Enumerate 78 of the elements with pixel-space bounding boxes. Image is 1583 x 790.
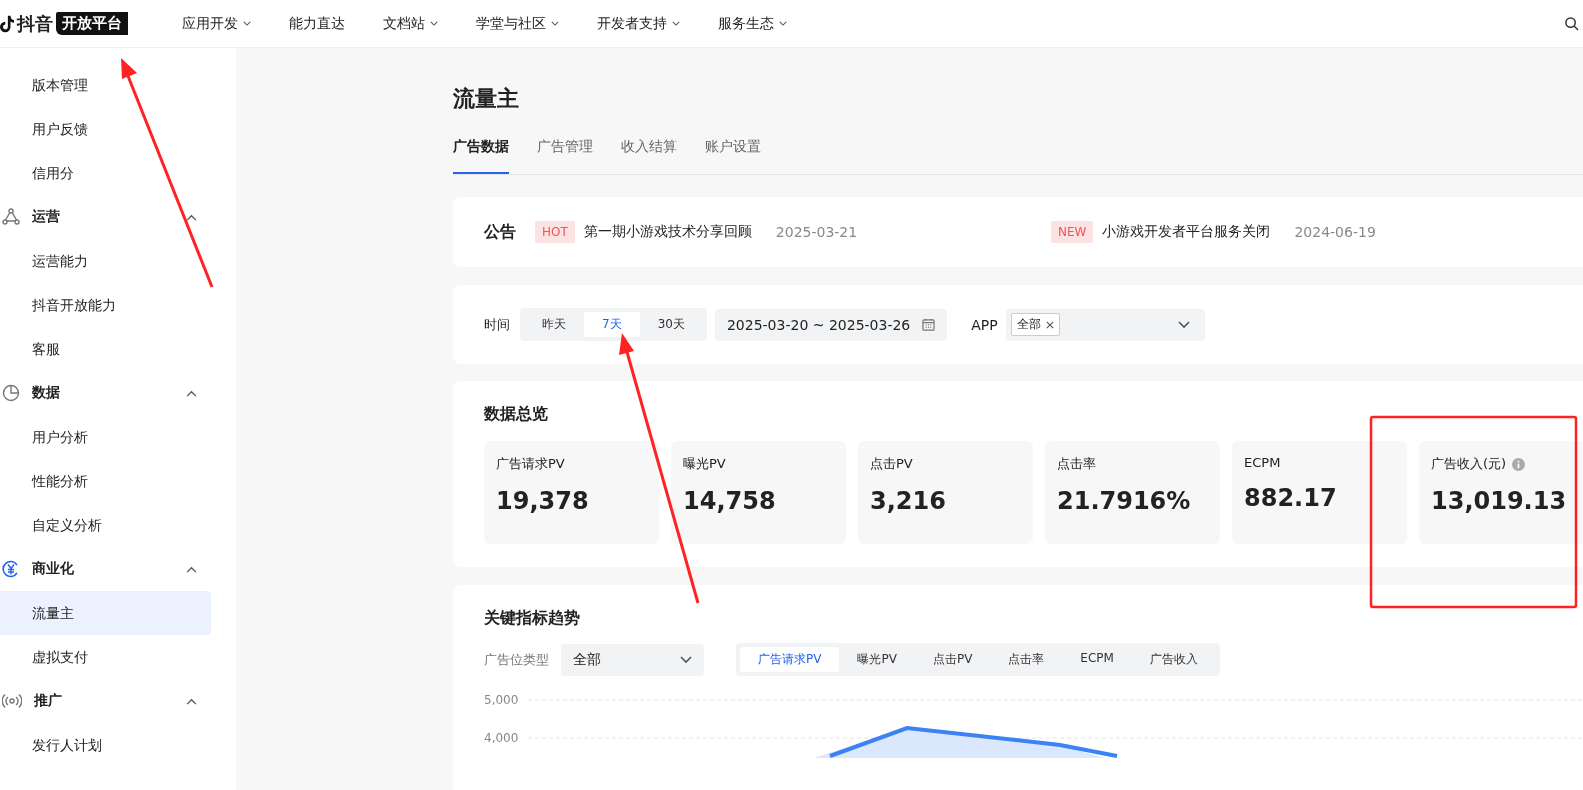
ad-slot-type-select[interactable]: 全部: [561, 643, 704, 676]
calendar-icon: [922, 318, 936, 331]
chevron-down-icon: [1177, 320, 1190, 329]
app-label: APP: [971, 316, 998, 333]
page-tab[interactable]: 广告管理: [537, 138, 593, 174]
sidebar-item[interactable]: 信用分: [0, 151, 211, 195]
date-range-field[interactable]: 2025-03-20 ~ 2025-03-26: [714, 308, 948, 341]
sidebar-item[interactable]: 性能分析: [0, 459, 211, 503]
app-tag: 全部: [1010, 313, 1060, 336]
metric-tab[interactable]: 点击率: [990, 647, 1063, 672]
announcement-link[interactable]: 第一期小游戏技术分享回顾: [583, 223, 752, 241]
sidebar-group[interactable]: 数据: [0, 371, 211, 415]
chevron-down-icon: [680, 655, 692, 664]
sidebar-item[interactable]: 发行人计划: [0, 723, 211, 767]
nav-menu-item[interactable]: 开发者支持: [597, 14, 680, 33]
close-icon[interactable]: [1045, 320, 1054, 329]
nav-menu-item[interactable]: 文档站: [383, 14, 438, 33]
sidebar-item[interactable]: 流量主: [0, 591, 211, 635]
metric-label: 广告请求PV: [496, 455, 565, 473]
sidebar-group-label: 商业化: [32, 560, 75, 578]
nav-menu-item[interactable]: 学堂与社区: [476, 14, 559, 33]
nav-menu-item[interactable]: 能力直达: [289, 14, 345, 33]
sidebar-item[interactable]: 用户分析: [0, 415, 211, 459]
time-range-option[interactable]: 30天: [639, 312, 703, 337]
time-label: 时间: [484, 315, 510, 334]
announcement-link[interactable]: 小游戏开发者平台服务关闭: [1102, 223, 1271, 241]
metric-value: 19,378: [496, 487, 590, 515]
nav-menu-item[interactable]: 应用开发: [182, 14, 251, 33]
y-axis-tick-label: 4,000: [484, 731, 519, 745]
announcement-tag: HOT: [535, 221, 575, 243]
metric-value: 3,216: [870, 487, 947, 515]
metric-label: 曝光PV: [683, 455, 726, 473]
metric-value: 13,019.13: [1431, 487, 1568, 515]
logo-text: 抖音: [17, 11, 53, 36]
sidebar-item[interactable]: 抖音开放能力: [0, 283, 211, 327]
time-range-option[interactable]: 7天: [584, 312, 640, 337]
sidebar-item[interactable]: 自定义分析: [0, 503, 211, 547]
metric-tab[interactable]: 广告收入: [1131, 647, 1216, 672]
sidebar-group[interactable]: 推广: [0, 679, 211, 723]
section-title: 关键指标趋势: [484, 607, 581, 629]
sidebar-group[interactable]: 商业化: [0, 547, 211, 591]
logo-badge: 开放平台: [56, 12, 128, 35]
search-icon[interactable]: [1564, 16, 1579, 31]
sidebar-group[interactable]: 运营: [0, 195, 211, 239]
sidebar-item[interactable]: 客服: [0, 327, 211, 371]
y-axis-tick-label: 5,000: [484, 693, 519, 707]
metric-label: 点击率: [1057, 455, 1096, 473]
metric-value: 21.7916%: [1057, 487, 1192, 515]
announcement-date: 2025-03-21: [775, 224, 858, 240]
sidebar-item[interactable]: 用户反馈: [0, 107, 211, 151]
announcement-title: 公告: [484, 221, 516, 243]
nav-menu-item[interactable]: 服务生态: [718, 14, 787, 33]
page-tab[interactable]: 账户设置: [705, 138, 761, 174]
page-tab[interactable]: 收入结算: [621, 138, 677, 174]
metric-tab[interactable]: ECPM: [1062, 647, 1132, 672]
sidebar-item[interactable]: 虚拟支付: [0, 635, 211, 679]
music-note-logo-icon: [0, 14, 14, 33]
sidebar-group-label: 推广: [34, 692, 63, 710]
ad-slot-type-label: 广告位类型: [484, 650, 549, 669]
metric-label: ECPM: [1244, 455, 1281, 470]
metric-tab[interactable]: 曝光PV: [839, 647, 915, 672]
page-title: 流量主: [453, 85, 520, 113]
app-select[interactable]: 全部: [1005, 308, 1205, 341]
metric-label: 广告收入(元): [1431, 455, 1507, 473]
metric-tab[interactable]: 点击PV: [914, 647, 991, 672]
sidebar-group-label: 运营: [32, 208, 61, 226]
metric-label: 点击PV: [870, 455, 913, 473]
metric-value: 882.17: [1244, 484, 1338, 512]
metric-tab[interactable]: 广告请求PV: [740, 647, 840, 672]
time-range-option[interactable]: 昨天: [524, 312, 584, 337]
sidebar-group-label: 数据: [32, 384, 61, 402]
metric-value: 14,758: [683, 487, 777, 515]
sidebar-item[interactable]: 运营能力: [0, 239, 211, 283]
page-tab[interactable]: 广告数据: [453, 138, 509, 174]
section-title: 数据总览: [484, 403, 549, 425]
announcement-date: 2024-06-19: [1294, 224, 1376, 240]
sidebar-item[interactable]: 版本管理: [0, 63, 211, 107]
announcement-tag: NEW: [1051, 221, 1094, 243]
